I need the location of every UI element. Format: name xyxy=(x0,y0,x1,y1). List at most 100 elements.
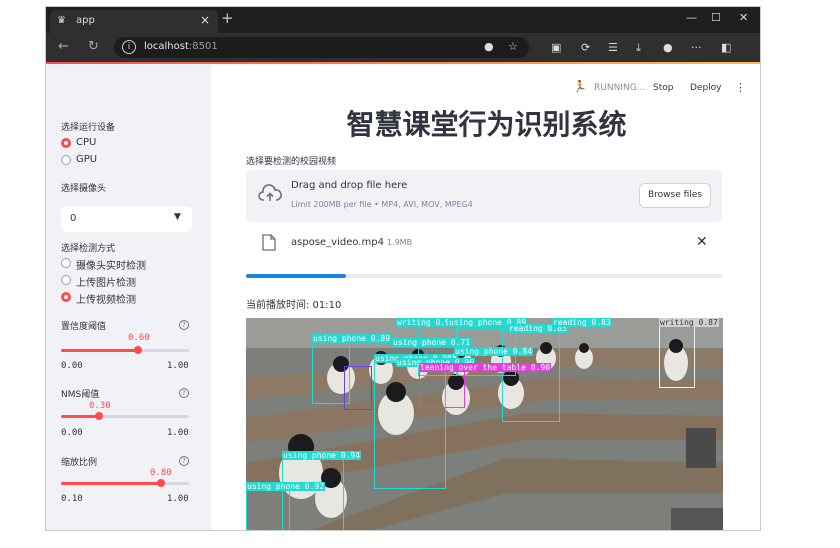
radio-selected-icon xyxy=(61,292,71,302)
browse-files-button[interactable]: Browse files xyxy=(639,183,711,208)
detection-box xyxy=(344,366,372,410)
detection-box xyxy=(282,459,344,530)
extension-icon[interactable]: ▣ xyxy=(551,41,561,54)
conf-max: 1.00 xyxy=(167,361,189,371)
nms-slider[interactable] xyxy=(61,412,189,420)
slider-thumb[interactable] xyxy=(133,346,142,354)
window-close-icon[interactable]: ✕ xyxy=(739,11,748,24)
maximize-icon[interactable]: ☐ xyxy=(711,11,721,24)
scale-min: 0.10 xyxy=(61,494,83,504)
back-icon[interactable]: ← xyxy=(58,39,69,54)
detection-label: leaning over the table 0.90 xyxy=(419,363,552,372)
cloud-upload-icon xyxy=(258,184,282,201)
main-menu-icon[interactable]: ⋮ xyxy=(735,81,746,94)
running-status: RUNNING... xyxy=(594,83,646,93)
detection-label: using phone 0.84 xyxy=(454,347,534,356)
profile-avatar-icon[interactable]: ● xyxy=(663,41,673,54)
minimize-icon[interactable]: — xyxy=(686,11,697,24)
upload-limit-text: Limit 200MB per file • MP4, AVI, MOV, MP… xyxy=(291,200,473,209)
tab-close-icon[interactable]: × xyxy=(200,13,210,27)
scale-value: 0.80 xyxy=(150,468,172,478)
url-field[interactable]: i localhost:8501 ● ☆ xyxy=(114,37,529,58)
address-bar: ← ↻ i localhost:8501 ● ☆ ▣ ⟳ ☰ ⤓ ● ··· ◧ xyxy=(46,33,760,62)
progress-fill xyxy=(246,274,346,278)
chevron-down-icon: ▼ xyxy=(174,212,181,222)
detection-label: using phone 0.94 xyxy=(282,451,362,460)
reload-icon[interactable]: ↻ xyxy=(88,39,99,54)
stop-button[interactable]: Stop xyxy=(653,83,673,93)
upload-progress-bar xyxy=(246,274,722,278)
scale-slider[interactable] xyxy=(61,479,189,487)
camera-select[interactable]: 0 ▼ xyxy=(61,206,192,232)
page-content: 选择运行设备 CPU GPU 选择摄像头 0 ▼ 选择检测方式 摄像头实时检测 xyxy=(46,62,760,530)
playback-time: 当前播放时间: 01:10 xyxy=(246,300,342,311)
sidebar: 选择运行设备 CPU GPU 选择摄像头 0 ▼ 选择检测方式 摄像头实时检测 xyxy=(46,64,211,530)
download-icon[interactable]: ⤓ xyxy=(636,41,641,55)
nms-value: 0.30 xyxy=(89,401,111,411)
file-name: aspose_video.mp4 xyxy=(291,237,384,248)
conf-slider[interactable] xyxy=(61,346,189,354)
radio-unselected-icon xyxy=(61,155,71,165)
refresh-ext-icon[interactable]: ⟳ xyxy=(581,41,590,54)
detection-label: using phone 0.71 xyxy=(392,338,472,347)
new-tab-icon[interactable]: + xyxy=(221,9,234,27)
detection-box xyxy=(502,330,560,422)
conf-value: 0.60 xyxy=(128,333,150,343)
device-label: 选择运行设备 xyxy=(61,123,116,133)
slider-fill xyxy=(61,415,100,418)
upload-label: 选择要检测的校园视频 xyxy=(246,157,337,167)
translate-icon[interactable]: ● xyxy=(484,40,494,53)
scale-label: 缩放比例 xyxy=(61,458,98,468)
camera-label: 选择摄像头 xyxy=(61,184,107,194)
nms-min: 0.00 xyxy=(61,428,83,438)
help-icon[interactable]: ? xyxy=(179,320,189,330)
detection-video-frame: writing 0.90 using phone 0.89 reading 0.… xyxy=(246,318,723,530)
url-host: localhost xyxy=(144,41,189,52)
scale-max: 1.00 xyxy=(167,494,189,504)
page-title: 智慧课堂行为识别系统 xyxy=(346,108,627,141)
conf-label: 置信度阈值 xyxy=(61,322,107,332)
more-options-icon[interactable]: ··· xyxy=(691,41,702,54)
browser-window: ♛ app × + — ☐ ✕ ← ↻ i localhost:8501 ● ☆… xyxy=(45,6,761,531)
radio-unselected-icon xyxy=(61,275,71,285)
detection-box xyxy=(419,370,465,408)
camera-select-value: 0 xyxy=(70,213,77,224)
slider-fill xyxy=(61,482,161,485)
detection-label: using phone 0.89 xyxy=(312,334,392,343)
radio-unselected-icon xyxy=(61,258,71,268)
sidebar-toggle-icon[interactable]: ◧ xyxy=(721,41,731,54)
detection-box xyxy=(246,490,290,530)
slider-thumb[interactable] xyxy=(95,412,104,420)
nms-label: NMS阈值 xyxy=(61,390,100,400)
site-info-icon[interactable]: i xyxy=(122,40,136,54)
help-icon[interactable]: ? xyxy=(179,456,189,466)
uploaded-file-row: aspose_video.mp4 1.9MB ✕ xyxy=(246,232,722,256)
favorite-star-icon[interactable]: ☆ xyxy=(508,40,518,53)
running-man-icon: 🏃 xyxy=(573,80,587,93)
slider-thumb[interactable] xyxy=(156,479,165,487)
detection-label: writing 0.90 xyxy=(396,318,456,327)
method-label: 选择检测方式 xyxy=(61,244,116,254)
url-port: :8501 xyxy=(188,41,218,52)
file-size: 1.9MB xyxy=(386,238,413,247)
detection-label: using phone 0.92 xyxy=(246,482,326,491)
remove-file-icon[interactable]: ✕ xyxy=(696,234,708,250)
tab-title: app xyxy=(76,15,95,26)
browser-tab[interactable]: ♛ app × xyxy=(50,10,218,33)
nms-max: 1.00 xyxy=(167,428,189,438)
detection-label: writing 0.87 xyxy=(659,318,719,327)
main-area: 🏃 RUNNING... Stop Deploy ⋮ 智慧课堂行为识别系统 选择… xyxy=(211,64,760,530)
file-icon xyxy=(262,234,276,251)
favorites-list-icon[interactable]: ☰ xyxy=(608,41,618,54)
browser-titlebar: ♛ app × + — ☐ ✕ xyxy=(46,7,760,33)
detection-label: reading 0.83 xyxy=(552,318,612,327)
slider-fill xyxy=(61,349,138,352)
conf-min: 0.00 xyxy=(61,361,83,371)
drag-drop-text: Drag and drop file here xyxy=(291,180,408,191)
radio-selected-icon xyxy=(61,138,71,148)
help-icon[interactable]: ? xyxy=(179,388,189,398)
deploy-button[interactable]: Deploy xyxy=(690,83,722,93)
streamlit-crown-icon: ♛ xyxy=(57,15,66,26)
file-uploader-dropzone[interactable]: Drag and drop file here Limit 200MB per … xyxy=(246,170,722,222)
detection-box xyxy=(659,326,695,388)
